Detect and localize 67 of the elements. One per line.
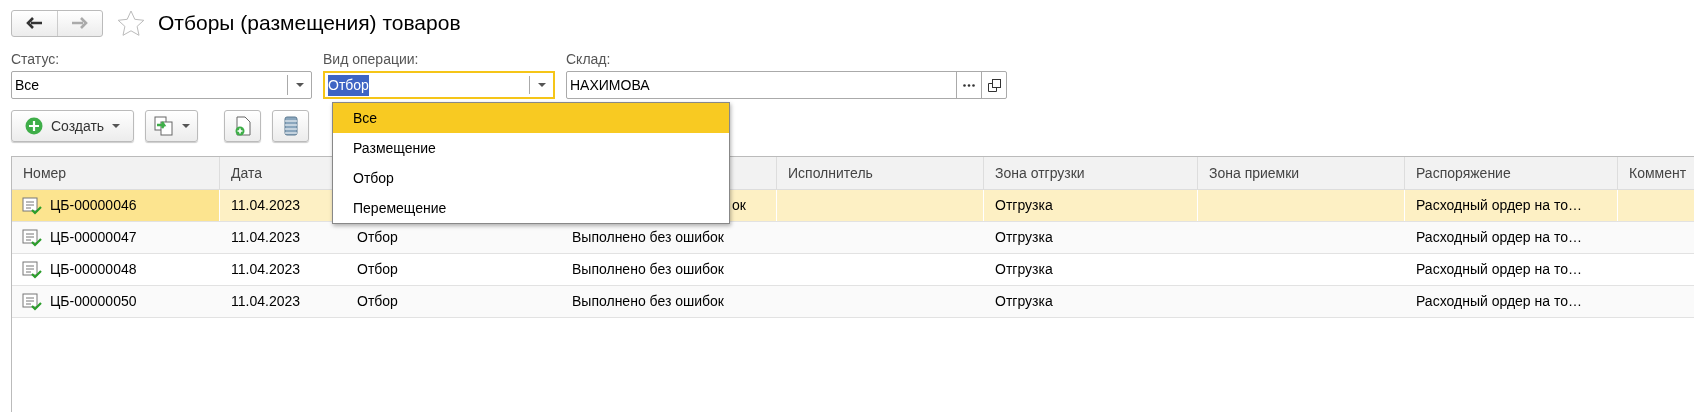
table-cell-text: Расходный ордер на то…	[1416, 292, 1582, 311]
field-label: Склад:	[566, 50, 612, 69]
combo-box[interactable]: Отбор	[323, 71, 555, 99]
table-cell-text: Выполнено без ошибок	[572, 260, 724, 279]
column-header[interactable]: Номер	[23, 162, 67, 184]
column-header[interactable]: Зона отгрузки	[995, 162, 1085, 184]
table-cell-text: Отгрузка	[995, 228, 1053, 247]
table-cell-text: ок	[732, 196, 746, 215]
document-plus-icon	[233, 116, 252, 136]
document-check-icon	[22, 260, 42, 279]
table-cell-text: 11.04.2023	[231, 292, 301, 311]
star-icon[interactable]	[117, 9, 145, 37]
table-cell-text: Отбор	[357, 292, 398, 311]
document-check-icon	[22, 196, 42, 215]
list-icon	[283, 116, 298, 136]
list-button[interactable]	[272, 110, 309, 142]
arrow-right-icon	[71, 17, 88, 29]
field-label: Вид операции:	[323, 50, 420, 69]
field-value: Отбор	[328, 74, 369, 96]
ellipsis-icon	[963, 83, 975, 87]
document-check-icon	[22, 292, 42, 311]
copy-button[interactable]	[145, 110, 198, 142]
table-cell-text: Отбор	[357, 228, 398, 247]
dropdown-item[interactable]: Все	[333, 103, 729, 133]
table-cell-text: ЦБ-00000048	[50, 260, 137, 279]
column-header[interactable]: Коммент	[1629, 162, 1687, 184]
caret-icon	[181, 124, 190, 128]
table-cell-text: Расходный ордер на то…	[1416, 228, 1582, 247]
table-cell-text: 11.04.2023	[231, 196, 301, 215]
table-cell-text: ЦБ-00000046	[50, 196, 137, 215]
column-header[interactable]: Дата	[231, 162, 262, 184]
table-cell-text: Выполнено без ошибок	[572, 228, 724, 247]
column-header[interactable]: Зона приемки	[1209, 162, 1300, 184]
arrow-left-icon	[26, 17, 43, 29]
plus-circle-icon	[24, 117, 43, 135]
combo-box[interactable]: Все	[11, 71, 312, 99]
field-value: НАХИМОВА	[570, 75, 650, 95]
field-label: Статус:	[11, 50, 61, 69]
table-cell-text: Отгрузка	[995, 196, 1053, 215]
new-document-button[interactable]	[224, 110, 261, 142]
caret-icon	[112, 124, 121, 128]
dropdown-item[interactable]: Перемещение	[333, 193, 729, 223]
dropdown-item[interactable]: Отбор	[333, 163, 729, 193]
column-header[interactable]: Исполнитель	[788, 162, 873, 184]
table-row[interactable]: ЦБ-00000050 11.04.2023 Отбор Выполнено без ошибок Отгрузка Расходный ордер на то…	[12, 286, 1694, 318]
choice-field[interactable]: НАХИМОВА	[566, 71, 1007, 99]
caret-icon	[537, 83, 546, 87]
column-header[interactable]: Распоряжение	[1416, 162, 1511, 184]
documents-arrow-icon	[153, 116, 174, 136]
table-cell-text: Расходный ордер на то…	[1416, 196, 1582, 215]
table-cell-text: ЦБ-00000047	[50, 228, 137, 247]
table-row[interactable]: ЦБ-00000047 11.04.2023 Отбор Выполнено без ошибок Отгрузка Расходный ордер на то…	[12, 222, 1694, 254]
caret-icon	[295, 83, 304, 87]
open-window-icon	[987, 78, 1001, 92]
table-cell-text: Расходный ордер на то…	[1416, 260, 1582, 279]
table-cell-text: ЦБ-00000050	[50, 292, 137, 311]
table-cell-text: 11.04.2023	[231, 260, 301, 279]
create-button[interactable]: Создать	[11, 110, 134, 142]
table-cell-text: Отбор	[357, 260, 398, 279]
field-value: Все	[15, 75, 40, 95]
table-cell-text: Отгрузка	[995, 260, 1053, 279]
window-title: Отборы (размещения) товаров	[158, 10, 461, 37]
dropdown-item[interactable]: Размещение	[333, 133, 729, 163]
document-check-icon	[22, 228, 42, 247]
table-cell-text: 11.04.2023	[231, 228, 301, 247]
table-cell-text: Выполнено без ошибок	[572, 292, 724, 311]
table-cell-text: Отгрузка	[995, 292, 1053, 311]
